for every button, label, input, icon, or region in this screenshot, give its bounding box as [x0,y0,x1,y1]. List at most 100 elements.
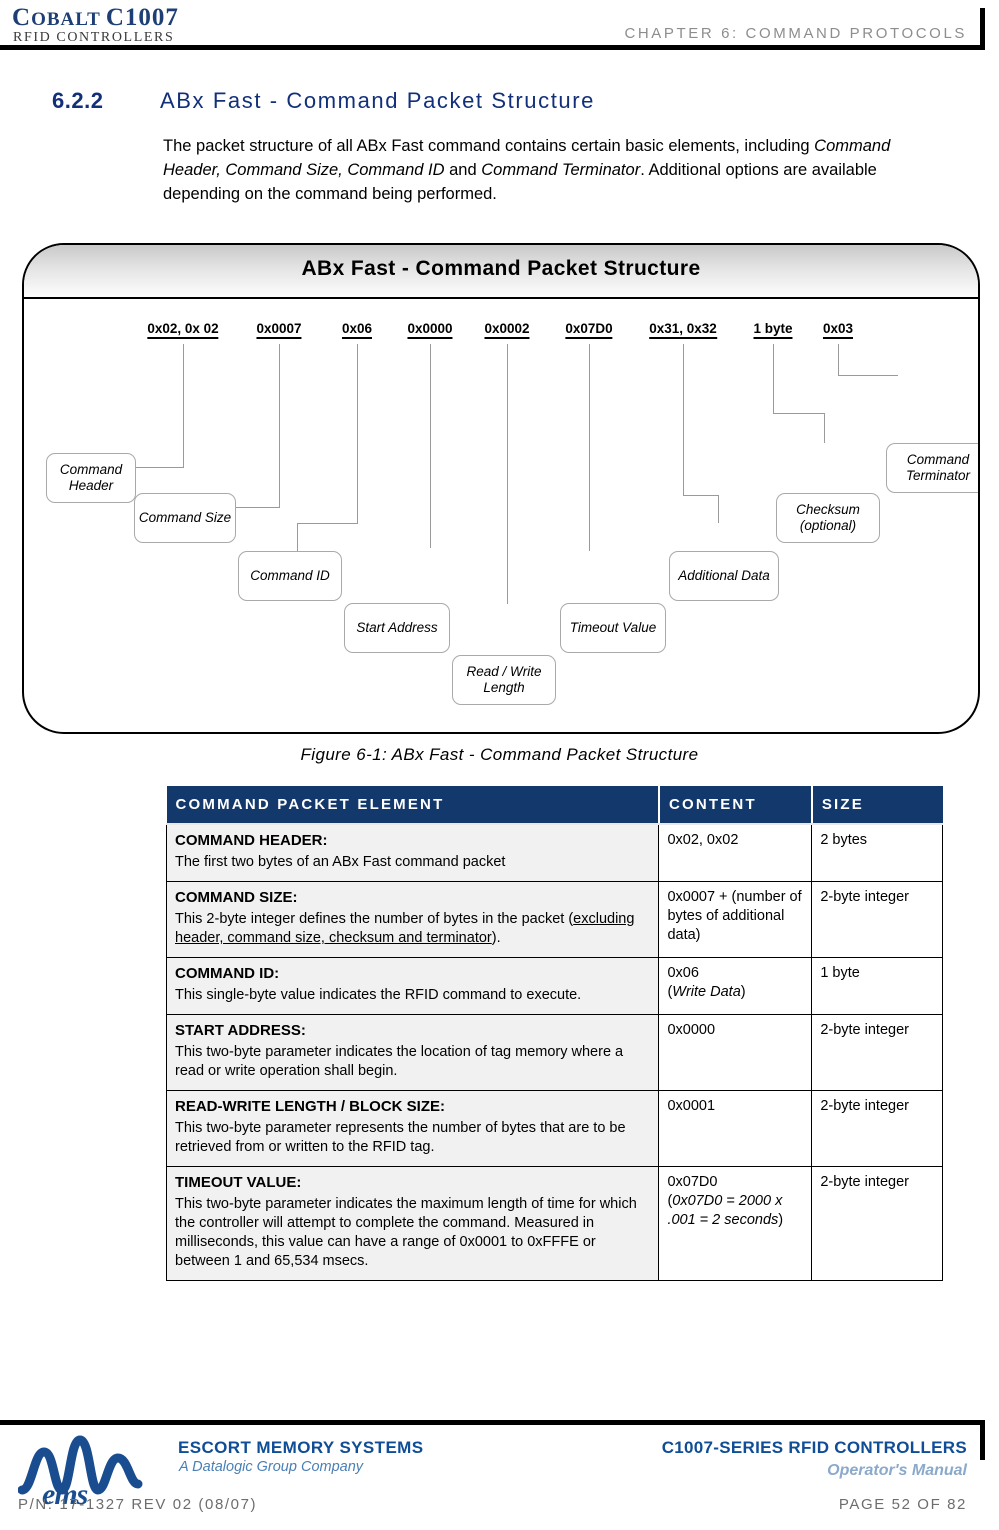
cell-element: START ADDRESS: This two-byte parameter i… [165,1014,660,1091]
logo-model: C1007 [105,4,179,31]
cell-content: 0x0007 + (number of bytes of additional … [658,881,813,958]
cell-content: 0x07D0 (0x07D0 = 2000 x .001 = 2 seconds) [658,1166,813,1281]
element-description: This two-byte parameter represents the n… [175,1120,626,1155]
callout-command-header: Command Header [46,453,136,503]
footer-page-number: PAGE 52 OF 82 [838,1496,967,1513]
cell-size: 1 byte [811,957,943,1015]
header-divider [0,45,985,50]
intro-paragraph: The packet structure of all ABx Fast com… [163,134,908,206]
cell-size: 2 bytes [811,823,943,882]
content-value: 0x06 [667,965,699,981]
table-header-row: COMMAND PACKET ELEMENT CONTENT SIZE [166,786,943,825]
content-value: 0x07D0 [667,1174,718,1190]
content-note: 0x07D0 = 2000 x .001 = 2 seconds [667,1193,783,1228]
cell-element: TIMEOUT VALUE: This two-byte parameter i… [165,1166,660,1281]
col-header-size: SIZE [811,786,943,825]
hex-label-timeout-value: 0x07D0 [565,321,613,339]
cobalt-logo: COBALT C1007 [12,4,179,32]
callout-timeout-value: Timeout Value [560,603,666,653]
hex-label-additional-data: 0x31, 0x32 [649,321,717,339]
callout-additional-data: Additional Data [669,551,779,601]
chapter-title: CHAPTER 6: COMMAND PROTOCOLS [624,25,967,42]
leader-drop-8 [824,413,825,443]
cell-size: 2-byte integer [811,1166,943,1281]
callout-command-id: Command ID [238,551,342,601]
leader-elbow-8 [773,413,825,414]
desc-part-a: This 2-byte integer defines the number o… [175,911,574,927]
packet-structure-diagram: ABx Fast - Command Packet Structure 0x02… [22,243,980,734]
logo-word: OBALT [31,9,101,30]
intro-emphasis-2: Command Terminator [481,161,641,179]
section-number: 6.2.2 [52,88,104,113]
leader-elbow-3 [297,523,358,524]
element-title: COMMAND SIZE: [175,889,298,906]
leader-line-6 [589,344,590,551]
callout-start-address: Start Address [344,603,450,653]
footer-product-subtitle: Operator's Manual [827,1462,967,1479]
table-row: TIMEOUT VALUE: This two-byte parameter i… [165,1166,943,1281]
header-corner-tick [980,8,985,50]
figure-caption: Figure 6-1: ABx Fast - Command Packet St… [300,745,699,764]
cell-content: 0x0001 [658,1090,813,1167]
document-page: COBALT C1007 RFID CONTROLLERS CHAPTER 6:… [0,0,999,1530]
table-body: COMMAND HEADER: The first two bytes of a… [165,823,943,1281]
col-header-element: COMMAND PACKET ELEMENT [166,786,660,825]
cell-size: 2-byte integer [811,1090,943,1167]
leader-line-1 [183,344,184,468]
element-description: This two-byte parameter indicates the ma… [175,1196,637,1269]
table-row: START ADDRESS: This two-byte parameter i… [165,1014,943,1091]
footer-corner-tick [980,1420,985,1460]
element-title: COMMAND HEADER: [175,832,328,849]
callout-checksum: Checksum (optional) [776,493,880,543]
leader-drop-3 [297,523,298,551]
element-title: COMMAND ID: [175,965,280,982]
leader-elbow-1 [136,467,184,468]
intro-text-1: The packet structure of all ABx Fast com… [163,137,815,155]
callout-read-write-length: Read / Write Length [452,655,556,705]
cell-element: COMMAND HEADER: The first two bytes of a… [165,823,660,882]
element-title: TIMEOUT VALUE: [175,1174,302,1191]
leader-line-4 [430,344,431,548]
footer-product-name: C1007-SERIES RFID CONTROLLERS [661,1438,967,1457]
intro-text-2: and [444,161,482,179]
cell-element: COMMAND ID: This single-byte value indic… [165,957,660,1015]
element-description: This two-byte parameter indicates the lo… [175,1044,624,1079]
diagram-title: ABx Fast - Command Packet Structure [301,257,701,280]
leader-elbow-9 [838,375,898,376]
footer-part-number: P/N: 17-1327 REV 02 (08/07) [18,1496,258,1513]
leader-line-5 [507,344,508,604]
hex-label-read-write-length: 0x0002 [484,321,530,339]
cell-content: 0x02, 0x02 [658,823,813,882]
logo-initial: C [12,4,32,31]
leader-elbow-7 [683,495,719,496]
page-header: COBALT C1007 RFID CONTROLLERS CHAPTER 6:… [0,0,999,52]
desc-part-b: ). [491,930,501,946]
table-row: COMMAND HEADER: The first two bytes of a… [165,823,943,882]
hex-label-command-header: 0x02, 0x 02 [147,321,219,339]
leader-line-7 [683,344,684,496]
hex-label-command-size: 0x0007 [256,321,302,339]
cell-element: COMMAND SIZE: This 2-byte integer define… [165,881,660,958]
command-packet-element-table: COMMAND PACKET ELEMENT CONTENT SIZE COMM… [165,786,943,1281]
hex-label-command-terminator: 0x03 [822,321,854,339]
cell-size: 2-byte integer [811,881,943,958]
element-description: This 2-byte integer defines the number o… [175,910,650,948]
footer-divider [0,1420,985,1425]
col-header-content: CONTENT [658,786,813,825]
table-row: COMMAND ID: This single-byte value indic… [165,957,943,1015]
cell-element: READ-WRITE LENGTH / BLOCK SIZE: This two… [165,1090,660,1167]
leader-line-3 [357,344,358,524]
callout-command-size: Command Size [134,493,236,543]
section-title: ABx Fast - Command Packet Structure [160,88,596,113]
leader-line-9 [838,344,839,376]
cell-content: 0x06 (Write Data) [658,957,813,1015]
table-head: COMMAND PACKET ELEMENT CONTENT SIZE [166,786,943,825]
hex-label-command-id: 0x06 [341,321,373,339]
footer-company-tagline: A Datalogic Group Company [179,1459,364,1475]
leader-elbow-2 [236,507,280,508]
element-description: This single-byte value indicates the RFI… [175,987,582,1003]
element-title: START ADDRESS: [175,1022,306,1039]
table-row: COMMAND SIZE: This 2-byte integer define… [165,881,943,958]
element-description: The first two bytes of an ABx Fast comma… [175,854,506,870]
logo-subtitle: RFID CONTROLLERS [13,30,175,45]
